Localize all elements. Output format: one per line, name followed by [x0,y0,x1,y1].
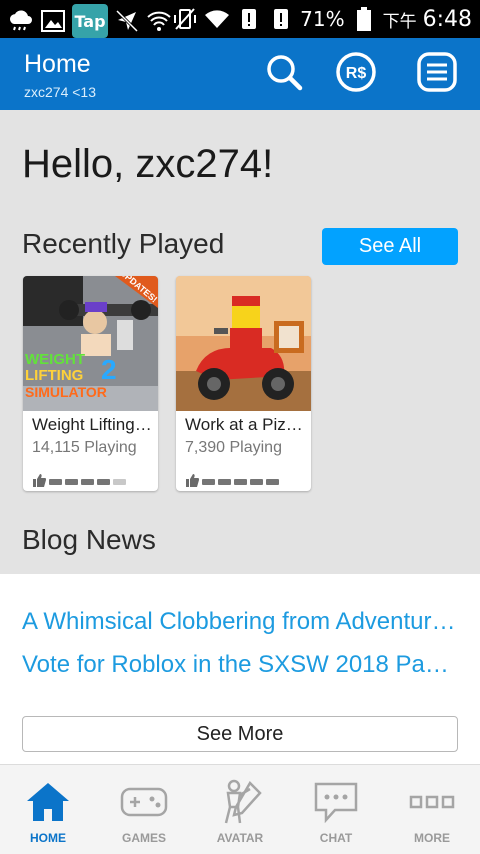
rating-segment [218,478,231,485]
rating-segment [81,478,94,485]
vibrate-icon [172,6,198,32]
battery-percent: 71% [300,7,345,31]
clock: 6:48 [422,6,472,32]
rating-segment [250,478,263,485]
nav-chat[interactable]: CHAT [288,765,384,854]
nav-games[interactable]: GAMES [96,765,192,854]
home-icon [18,779,78,825]
nav-more[interactable]: MORE [384,765,480,854]
game-name: Work at a Pizza Place [185,415,305,434]
blog-news-title: Blog News [22,524,156,555]
greeting-text: Hello, zxc274! [22,142,274,186]
gamepad-icon [114,779,174,825]
no-location-icon [114,8,140,34]
see-more-button[interactable]: See More [22,716,458,752]
avatar-icon [210,779,270,825]
chat-icon [306,779,366,825]
cloud-icon [8,8,34,34]
nav-label: CHAT [319,831,353,845]
rating-segment [234,478,247,485]
game-card-pizza-place[interactable]: Work at a Pizza Place 7,390 Playing [176,276,311,491]
thumbs-up-icon [185,472,199,491]
robux-icon: R$ [335,51,377,97]
nav-label: HOME [30,831,66,845]
game-thumbnail: UPDATES! WEIGHT LIFTING SIMULATOR 2 [23,276,158,411]
nav-label: AVATAR [216,831,264,845]
status-bar: Tap 71% 下午 6:48 [0,0,480,38]
battery-icon [351,6,377,32]
tap-app-icon: Tap [72,4,108,38]
wifi-icon [146,8,172,34]
search-icon [264,52,304,96]
svg-text:R$: R$ [346,65,367,82]
player-count: 14,115 Playing [32,439,137,456]
blog-panel: A Whimsical Clobbering from Adventure Fo… [0,574,480,764]
thumbnail-title-line-3: SIMULATOR [25,384,107,400]
game-name: Weight Lifting Simulator 2 [32,415,152,434]
robux-button[interactable]: R$ [334,52,378,96]
rating-segment [65,478,78,485]
thumbnail-number: 2 [101,354,117,385]
wifi-signal-icon [204,6,230,32]
player-count: 7,390 Playing [185,439,282,456]
game-card-weight-lifting[interactable]: UPDATES! WEIGHT LIFTING SIMULATOR 2 Weig… [23,276,158,491]
thumbs-up-icon [32,472,46,491]
blog-link[interactable]: A Whimsical Clobbering from Adventure Fo… [22,608,460,636]
rating-segment [49,478,62,485]
signal-alert-2-icon [268,6,294,32]
page-title: Home [24,50,91,78]
rating-bar [185,472,279,491]
search-button[interactable] [262,52,306,96]
blog-link[interactable]: Vote for Roblox in the SXSW 2018 Panel P… [22,651,460,679]
bottom-nav: HOME GAMES AVATAR CHAT MORE [0,764,480,854]
menu-button[interactable] [415,52,459,96]
rating-segment [202,478,215,485]
menu-icon [416,51,458,97]
nav-home[interactable]: HOME [0,765,96,854]
nav-avatar[interactable]: AVATAR [192,765,288,854]
rating-segment [266,478,279,485]
nav-label: MORE [414,831,450,845]
thumbnail-title-line-2: LIFTING [25,367,84,384]
app-header: Home zxc274 <13 R$ [0,38,480,110]
username-label: zxc274 <13 [24,84,96,100]
ampm-label: 下午 [382,11,417,32]
see-all-button[interactable]: See All [322,228,458,265]
more-icon [402,779,462,825]
recently-played-title: Recently Played [22,228,225,259]
rating-segment [97,478,110,485]
thumbnail-title-line-1: WEIGHT [25,351,85,368]
image-icon [40,8,66,34]
nav-label: GAMES [121,831,166,845]
rating-bar [32,472,126,491]
rating-segment [113,478,126,485]
signal-alert-icon [236,6,262,32]
game-thumbnail [176,276,311,411]
